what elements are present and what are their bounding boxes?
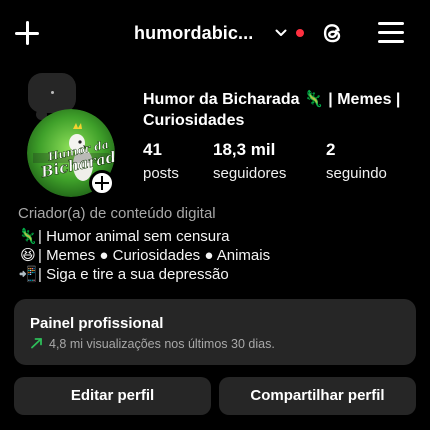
top-bar: humordabic... xyxy=(0,0,430,68)
category-label: Criador(a) de conteúdo digital xyxy=(18,205,216,222)
followers-label: seguidores xyxy=(213,165,287,182)
plus-icon[interactable] xyxy=(14,20,40,46)
edit-profile-button[interactable]: Editar perfil xyxy=(14,377,211,415)
notification-dot xyxy=(296,29,304,37)
bio-line: 📲| Siga e tire a sua depressão xyxy=(18,265,229,283)
bio-text: | Siga e tire a sua depressão xyxy=(38,266,229,283)
followers-stat[interactable]: 18,3 mil seguidores xyxy=(213,140,286,182)
followers-count: 18,3 mil xyxy=(213,140,276,159)
trend-icon xyxy=(31,338,42,349)
bio-text: | Humor animal sem censura xyxy=(38,228,230,245)
note-bubble[interactable] xyxy=(28,73,76,120)
lizard-emoji-icon: 🦎 xyxy=(18,228,38,245)
posts-stat[interactable]: 41 posts xyxy=(143,140,179,182)
following-label: seguindo xyxy=(326,165,387,182)
chevron-down-icon[interactable] xyxy=(275,28,287,38)
share-profile-button[interactable]: Compartilhar perfil xyxy=(219,377,416,415)
display-name: Humor da Bicharada 🦎 | Memes | Curiosida… xyxy=(143,91,401,129)
following-stat[interactable]: 2 seguindo xyxy=(326,140,387,182)
bio-line: 🦎| Humor animal sem censura xyxy=(18,227,230,245)
add-story-button[interactable] xyxy=(89,170,115,196)
bio-line: 😆 | Memes ● Curiosidades ● Animais xyxy=(18,246,270,264)
threads-icon[interactable] xyxy=(319,19,347,47)
posts-label: posts xyxy=(143,165,179,182)
menu-icon[interactable] xyxy=(378,21,406,45)
phone-arrow-emoji-icon: 📲 xyxy=(18,266,38,283)
professional-panel-title: Painel profissional xyxy=(30,315,164,332)
posts-count: 41 xyxy=(143,140,162,159)
professional-dashboard-panel[interactable]: Painel profissional 4,8 mi visualizações… xyxy=(14,299,416,365)
username-switcher[interactable]: humordabic... xyxy=(134,23,253,44)
bio-text: | Memes ● Curiosidades ● Animais xyxy=(38,247,271,264)
professional-panel-subtitle: 4,8 mi visualizações nos últimos 30 dias… xyxy=(49,337,275,351)
laughing-emoji-icon: 😆 xyxy=(20,247,36,264)
following-count: 2 xyxy=(326,140,336,159)
